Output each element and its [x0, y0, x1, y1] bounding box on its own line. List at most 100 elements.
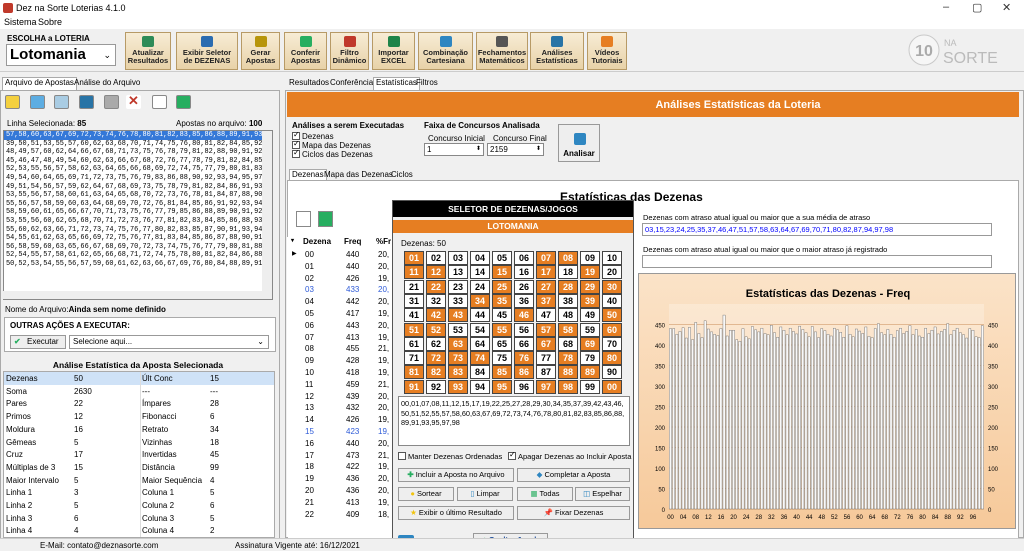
excel-export-icon[interactable]: [176, 95, 191, 109]
excel-export-icon[interactable]: [318, 211, 333, 227]
table-row[interactable]: 12 439 20,: [287, 391, 395, 403]
toolbar-button-0[interactable]: Atualizar Resultados: [125, 32, 171, 70]
toolbar-button-1[interactable]: Exibir Seletor de DEZENAS: [176, 32, 238, 70]
number-cell[interactable]: 80: [602, 351, 622, 366]
number-cell[interactable]: 25: [492, 279, 512, 294]
list-item[interactable]: 49,51,54,56,57,59,62,64,67,68,69,73,75,7…: [4, 183, 272, 192]
number-cell[interactable]: 65: [492, 336, 512, 351]
number-cell[interactable]: 81: [404, 365, 424, 380]
todas-button[interactable]: ▦ Todas: [517, 487, 573, 501]
menu-sistema[interactable]: Sistema: [4, 17, 37, 27]
number-cell[interactable]: 73: [448, 351, 468, 366]
number-cell[interactable]: 50: [602, 308, 622, 323]
toolbar-button-9[interactable]: Vídeos Tutoriais: [587, 32, 627, 70]
number-cell[interactable]: 41: [404, 308, 424, 323]
table-row[interactable]: 19 436 20,: [287, 473, 395, 485]
number-cell[interactable]: 62: [426, 336, 446, 351]
number-cell[interactable]: 60: [602, 322, 622, 337]
list-item[interactable]: 50,52,53,54,55,56,57,59,60,61,62,63,66,6…: [4, 260, 272, 269]
number-cell[interactable]: 00: [602, 379, 622, 394]
tab-ciclos[interactable]: Ciclos: [389, 170, 415, 179]
table-row[interactable]: ▶ 00 440 20,: [287, 249, 395, 261]
table-row[interactable]: 07 413 19,: [287, 332, 395, 344]
toolbar-button-3[interactable]: Conferir Apostas: [284, 32, 327, 70]
selected-numbers-text[interactable]: 00,01,07,08,11,12,15,17,19,22,25,27,28,2…: [398, 396, 630, 446]
table-row[interactable]: 22 409 18,: [287, 509, 395, 521]
delete-icon[interactable]: ✕: [126, 94, 141, 109]
list-item[interactable]: 53,55,56,60,62,65,68,70,71,72,73,76,77,8…: [4, 217, 272, 226]
number-cell[interactable]: 39: [580, 293, 600, 308]
table-row[interactable]: 08 455 21,: [287, 343, 395, 355]
number-cell[interactable]: 66: [514, 336, 534, 351]
table-row[interactable]: 18 422 19,: [287, 461, 395, 473]
incluir-aposta-button[interactable]: ✚ Incluir a Aposta no Arquivo: [398, 468, 514, 482]
number-cell[interactable]: 69: [580, 336, 600, 351]
apagar-dezenas[interactable]: Apagar Dezenas ao Incluir Aposta: [508, 450, 631, 461]
number-cell[interactable]: 51: [404, 322, 424, 337]
number-cell[interactable]: 01: [404, 251, 424, 265]
number-cell[interactable]: 11: [404, 265, 424, 280]
table-row[interactable]: 09 428 19,: [287, 355, 395, 367]
number-cell[interactable]: 68: [558, 336, 578, 351]
table-row[interactable]: 14 426 19,: [287, 414, 395, 426]
number-cell[interactable]: 14: [470, 265, 490, 280]
toolbar-button-8[interactable]: Análises Estatísticas: [530, 32, 584, 70]
number-cell[interactable]: 13: [448, 265, 468, 280]
toolbar-button-5[interactable]: Importar EXCEL: [372, 32, 415, 70]
number-cell[interactable]: 94: [470, 379, 490, 394]
manter-ordenadas[interactable]: Manter Dezenas Ordenadas: [398, 452, 502, 461]
sortear-button[interactable]: ● Sortear: [398, 487, 454, 501]
number-cell[interactable]: 72: [426, 351, 446, 366]
list-item[interactable]: 45,46,47,48,49,54,60,62,63,66,67,68,72,7…: [4, 157, 272, 166]
search-icon[interactable]: [54, 95, 69, 109]
number-cell[interactable]: 92: [426, 379, 446, 394]
table-row[interactable]: 03 433 20,: [287, 284, 395, 296]
toolbar-button-6[interactable]: Combinação Cartesiana: [418, 32, 473, 70]
number-cell[interactable]: 91: [404, 379, 424, 394]
number-cell[interactable]: 33: [448, 293, 468, 308]
number-cell[interactable]: 38: [558, 293, 578, 308]
concurso-inicial-input[interactable]: 1 ⬍: [424, 143, 484, 156]
table-row[interactable]: 16 440 20,: [287, 438, 395, 450]
number-cell[interactable]: 37: [536, 293, 556, 308]
number-cell[interactable]: 45: [492, 308, 512, 323]
number-cell[interactable]: 57: [536, 322, 556, 337]
number-cell[interactable]: 97: [536, 379, 556, 394]
number-cell[interactable]: 40: [602, 293, 622, 308]
number-cell[interactable]: 75: [492, 351, 512, 366]
number-cell[interactable]: 90: [602, 365, 622, 380]
grid-header[interactable]: Freq: [344, 237, 361, 248]
table-row[interactable]: 17 473 21,: [287, 450, 395, 462]
number-cell[interactable]: 89: [580, 365, 600, 380]
number-cell[interactable]: 84: [470, 365, 490, 380]
grid-header[interactable]: %Fr: [376, 237, 391, 248]
limpar-button[interactable]: ▯ Limpar: [457, 487, 513, 501]
number-cell[interactable]: 10: [602, 251, 622, 265]
number-cell[interactable]: 35: [492, 293, 512, 308]
fixar-dezenas-button[interactable]: 📌 Fixar Dezenas: [517, 506, 630, 520]
number-cell[interactable]: 28: [558, 279, 578, 294]
number-cell[interactable]: 70: [602, 336, 622, 351]
number-cell[interactable]: 29: [580, 279, 600, 294]
edit-icon[interactable]: [79, 95, 94, 109]
number-cell[interactable]: 43: [448, 308, 468, 323]
number-cell[interactable]: 46: [514, 308, 534, 323]
tab-conferencia[interactable]: Conferência: [328, 78, 375, 87]
print-icon[interactable]: [104, 95, 119, 109]
tab-mapa-dezenas[interactable]: Mapa das Dezenas: [322, 170, 395, 179]
list-item[interactable]: 48,49,57,60,62,64,66,67,68,71,73,75,76,7…: [4, 148, 272, 157]
number-cell[interactable]: 83: [448, 365, 468, 380]
save-icon[interactable]: [30, 95, 45, 109]
check-mapa[interactable]: Mapa das Dezenas: [292, 139, 404, 150]
list-item[interactable]: 52,54,55,57,58,61,62,65,66,68,71,72,74,7…: [4, 251, 272, 260]
number-cell[interactable]: 32: [426, 293, 446, 308]
table-row[interactable]: 15 423 19,: [287, 426, 395, 438]
table-row[interactable]: 04 442 20,: [287, 296, 395, 308]
tab-resultados[interactable]: Resultados: [287, 78, 331, 87]
number-cell[interactable]: 54: [470, 322, 490, 337]
number-cell[interactable]: 96: [514, 379, 534, 394]
list-item[interactable]: 56,58,59,60,63,65,66,67,68,69,70,72,73,7…: [4, 243, 272, 252]
exibir-ultimo-button[interactable]: ★ Exibir o último Resultado: [398, 506, 514, 520]
toolbar-button-4[interactable]: Filtro Dinâmico: [330, 32, 369, 70]
list-item[interactable]: 54,55,61,62,63,65,66,69,72,75,76,77,81,8…: [4, 234, 272, 243]
